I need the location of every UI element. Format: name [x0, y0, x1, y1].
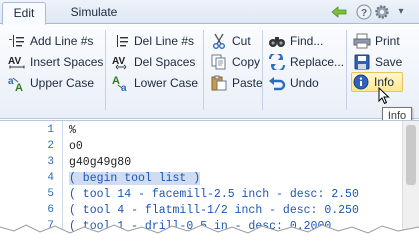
add-line-numbers-label: Add Line #s	[30, 34, 94, 48]
upper-case-label: Upper Case	[30, 76, 95, 90]
replace-button[interactable]: Replace...	[268, 52, 344, 72]
undo-label: Undo	[290, 76, 319, 90]
delete-line-numbers-icon	[112, 32, 130, 50]
print-button[interactable]: Print	[353, 31, 400, 51]
tab-simulate[interactable]: Simulate	[62, 2, 126, 25]
copy-icon	[210, 53, 228, 71]
replace-icon	[268, 53, 286, 71]
del-spaces-button[interactable]: AV Del Spaces	[112, 52, 195, 72]
insert-spaces-button[interactable]: AV Insert Spaces	[8, 52, 103, 72]
paste-button[interactable]: Paste	[210, 73, 263, 93]
copy-label: Copy	[232, 55, 261, 69]
group-separator	[105, 30, 106, 110]
ribbon-panel: Add Line #s AV Insert Spaces aA Upper Ca…	[0, 25, 419, 119]
insert-spaces-label: Insert Spaces	[30, 55, 104, 69]
add-line-numbers-button[interactable]: Add Line #s	[8, 31, 93, 51]
code-line[interactable]: ( tool 14 - facemill-2.5 inch - desc: 2.…	[69, 188, 359, 201]
lower-case-label: Lower Case	[134, 76, 199, 90]
svg-text:AV: AV	[8, 56, 21, 67]
save-icon	[353, 53, 371, 71]
code-line[interactable]: %	[69, 124, 76, 137]
lower-case-icon: Aa	[112, 74, 130, 92]
find-button[interactable]: Find...	[268, 31, 323, 51]
code-line[interactable]: g40g49g80	[69, 156, 131, 169]
replace-label: Replace...	[290, 55, 345, 69]
group-separator	[346, 30, 347, 110]
binoculars-icon	[268, 32, 286, 50]
find-label: Find...	[290, 34, 324, 48]
save-label: Save	[375, 55, 403, 69]
line-number: 1	[47, 124, 54, 136]
copy-button[interactable]: Copy	[210, 52, 260, 72]
lower-case-button[interactable]: Aa Lower Case	[112, 73, 198, 93]
line-number: 3	[47, 156, 54, 168]
save-button[interactable]: Save	[353, 52, 402, 72]
code-line[interactable]: o0	[69, 140, 83, 153]
help-icon[interactable]: ?	[356, 4, 372, 20]
scissors-icon	[210, 32, 228, 50]
upper-case-button[interactable]: aA Upper Case	[8, 73, 94, 93]
del-line-numbers-button[interactable]: Del Line #s	[112, 31, 194, 51]
code-line-highlighted[interactable]: ( begin tool list )	[69, 172, 201, 185]
line-number: 2	[47, 140, 54, 152]
chevron-down-icon[interactable]: ▾	[393, 4, 409, 20]
info-icon	[352, 73, 370, 91]
cut-label: Cut	[232, 34, 251, 48]
svg-text:AV: AV	[112, 56, 125, 67]
line-number: 4	[47, 172, 54, 184]
paste-icon	[210, 74, 228, 92]
scrollbar-thumb[interactable]	[406, 125, 416, 185]
back-arrow-icon[interactable]	[331, 4, 347, 20]
print-label: Print	[375, 34, 400, 48]
insert-spaces-icon: AV	[8, 53, 26, 71]
group-separator	[203, 30, 204, 110]
info-button[interactable]: Info	[351, 72, 403, 92]
group-separator	[262, 30, 263, 110]
line-number: 5	[47, 188, 54, 200]
gear-icon[interactable]	[374, 4, 390, 20]
tab-edit[interactable]: Edit	[2, 2, 46, 25]
del-spaces-label: Del Spaces	[134, 55, 196, 69]
undo-button[interactable]: Undo	[268, 73, 319, 93]
svg-text:a: a	[8, 76, 14, 87]
cut-button[interactable]: Cut	[210, 31, 251, 51]
torn-edge-decoration	[0, 215, 419, 243]
ribbon-tab-bar: Edit Simulate ? ▾	[0, 0, 419, 25]
upper-case-icon: aA	[8, 74, 26, 92]
svg-text:?: ?	[361, 8, 367, 19]
svg-text:A: A	[15, 82, 23, 92]
paste-label: Paste	[232, 76, 263, 90]
mouse-cursor-icon	[378, 86, 390, 105]
del-line-numbers-label: Del Line #s	[134, 34, 195, 48]
printer-icon	[353, 32, 371, 50]
undo-icon	[268, 74, 286, 92]
add-line-numbers-icon	[8, 32, 26, 50]
delete-spaces-icon: AV	[112, 53, 130, 71]
